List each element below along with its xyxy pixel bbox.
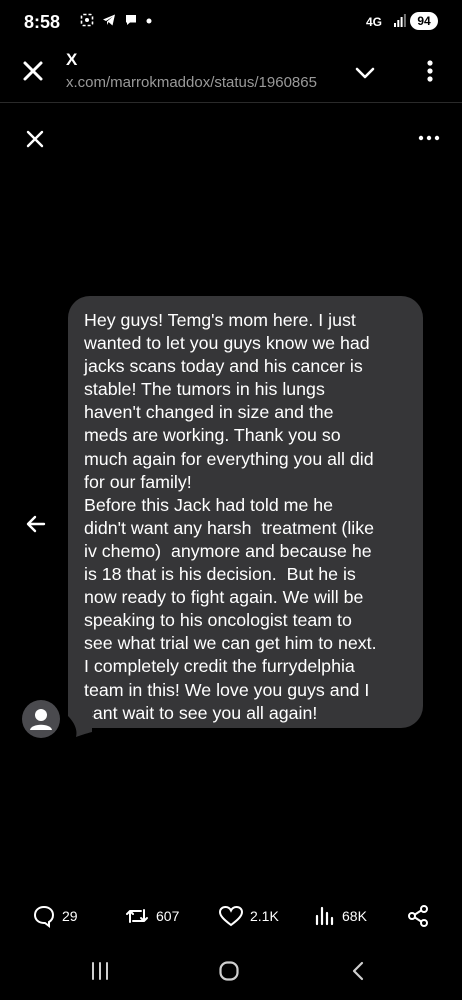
url-text[interactable]: x.com/marrokmaddox/status/1960865 bbox=[66, 74, 332, 91]
signal-icon bbox=[394, 14, 406, 27]
repost-icon bbox=[126, 909, 148, 923]
reply-icon bbox=[33, 905, 55, 928]
message-text: Hey guys! Temg's mom here. I just wanted… bbox=[84, 310, 377, 723]
more-horizontal-icon[interactable] bbox=[416, 128, 442, 148]
chat-icon bbox=[125, 15, 136, 25]
dot-icon bbox=[146, 18, 152, 24]
person-icon bbox=[30, 709, 52, 730]
status-bar: 8:58 4G 94 bbox=[0, 0, 462, 44]
status-time: 8:58 bbox=[24, 12, 61, 32]
views-button[interactable]: 68K bbox=[314, 903, 367, 929]
battery-indicator: 94 bbox=[410, 12, 438, 30]
reply-button[interactable]: 29 bbox=[32, 903, 78, 929]
chevron-down-icon[interactable] bbox=[352, 60, 378, 86]
system-back-icon[interactable] bbox=[350, 960, 366, 982]
screenshot-icon bbox=[80, 13, 94, 27]
back-arrow-icon[interactable] bbox=[24, 512, 48, 536]
close-media-icon[interactable] bbox=[24, 128, 46, 150]
bubble-tail bbox=[68, 704, 92, 737]
share-button[interactable] bbox=[406, 903, 436, 929]
heart-icon bbox=[218, 905, 244, 927]
network-type: 4G bbox=[366, 15, 383, 29]
home-icon[interactable] bbox=[218, 960, 240, 982]
like-count: 2.1K bbox=[250, 908, 279, 924]
views-count: 68K bbox=[342, 908, 367, 924]
close-icon[interactable] bbox=[20, 58, 46, 84]
toolbar-divider bbox=[0, 102, 462, 103]
page-title: X bbox=[66, 50, 78, 69]
browser-toolbar: X x.com/marrokmaddox/status/1960865 bbox=[0, 44, 462, 102]
reply-count: 29 bbox=[62, 908, 78, 924]
repost-button[interactable]: 607 bbox=[124, 903, 179, 929]
views-chart-icon bbox=[315, 906, 334, 926]
avatar bbox=[22, 700, 60, 738]
notification-icons bbox=[80, 13, 152, 30]
recent-apps-icon[interactable] bbox=[90, 960, 110, 982]
like-button[interactable]: 2.1K bbox=[218, 903, 279, 929]
share-icon bbox=[408, 905, 428, 927]
repost-count: 607 bbox=[156, 908, 180, 924]
message-bubble: Hey guys! Temg's mom here. I just wanted… bbox=[68, 296, 423, 728]
more-vertical-icon[interactable] bbox=[420, 58, 440, 84]
telegram-icon bbox=[102, 14, 115, 26]
